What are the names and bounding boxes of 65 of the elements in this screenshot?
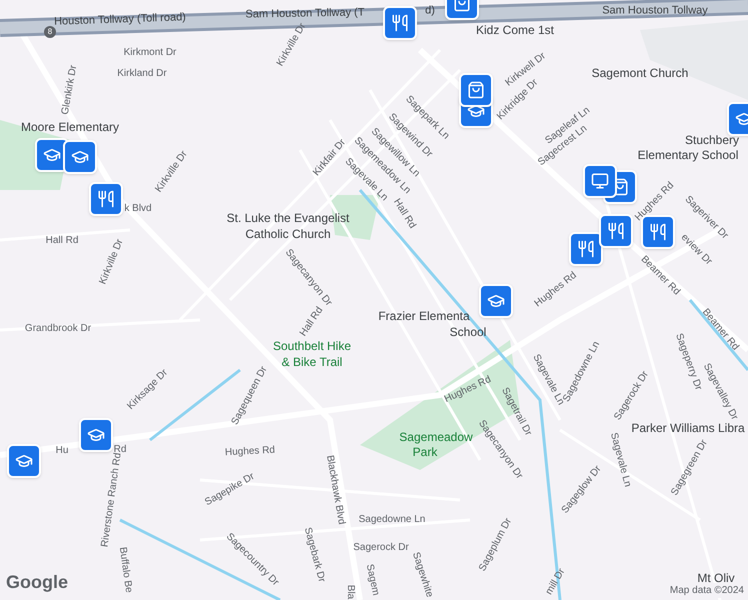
- street-label: Buffalo Be: [116, 546, 134, 594]
- street-label: Sagebark Dr: [302, 526, 326, 584]
- place-label: School: [450, 326, 486, 338]
- street-label: Sagerock Dr: [353, 543, 409, 553]
- place-label: Park: [412, 446, 438, 458]
- map-marker[interactable]: [63, 140, 97, 174]
- place-label: & Bike Trail: [282, 356, 342, 368]
- graduation-cap-icon: [87, 426, 105, 444]
- map-marker[interactable]: [79, 418, 113, 452]
- place-label: Sagemeadow: [399, 431, 473, 443]
- map-marker[interactable]: [569, 232, 603, 266]
- place-label: Mt Oliv: [697, 572, 735, 584]
- street-label: Hall Rd: [391, 197, 417, 231]
- place-label: Catholic Church: [245, 228, 331, 240]
- street-label: Kirkmont Dr: [124, 48, 176, 58]
- street-label: Blackhawk Blvd: [324, 454, 346, 526]
- place-label: Frazier Elementa: [378, 310, 470, 322]
- map-marker[interactable]: [583, 164, 617, 198]
- street-label: Hughes Rd: [224, 446, 276, 458]
- street-label: Sam Houston Tollway: [602, 6, 708, 16]
- street-label: Glenkirk Dr: [60, 64, 80, 116]
- fork-knife-icon: [607, 222, 625, 240]
- place-label: Moore Elementary: [20, 121, 120, 133]
- fork-knife-icon: [97, 190, 115, 208]
- map-marker[interactable]: [89, 182, 123, 216]
- street-label: Houston Tollway (Toll road): [54, 12, 186, 28]
- street-label: Hall Rd: [46, 236, 78, 246]
- fork-knife-icon: [577, 240, 595, 258]
- street-label: Hall Rd: [298, 306, 326, 338]
- fork-knife-icon: [391, 14, 409, 32]
- street-label: mill Dr: [544, 567, 568, 597]
- place-label: Parker Williams Libra: [631, 422, 745, 434]
- map-attribution: Map data ©2024: [670, 583, 744, 598]
- street-label: Kirkland Dr: [117, 69, 167, 79]
- street-label: k Blvd: [124, 204, 152, 214]
- graduation-cap-icon: [735, 110, 748, 128]
- graduation-cap-icon: [43, 146, 61, 164]
- graduation-cap-icon: [15, 452, 33, 470]
- fork-knife-icon: [649, 223, 667, 241]
- street-label: d): [425, 6, 435, 16]
- place-label: St. Luke the Evangelist: [226, 212, 350, 224]
- place-label: Stuchbery: [684, 134, 740, 146]
- graduation-cap-icon: [71, 148, 89, 166]
- map-marker[interactable]: [383, 6, 417, 40]
- place-label: Sagemont Church: [592, 67, 688, 79]
- street-label: Grandbrook Dr: [24, 324, 92, 334]
- place-label: Southbelt Hike: [272, 340, 352, 352]
- street-label: Sagevale Ln: [608, 432, 632, 488]
- street-label: Hu: [56, 446, 68, 456]
- graduation-cap-icon: [487, 292, 505, 310]
- monitor-icon: [591, 172, 609, 190]
- route-shield: 8: [44, 26, 56, 38]
- street-label: Sagem: [364, 563, 380, 597]
- place-label: Elementary School: [638, 149, 738, 161]
- place-label: Kidz Come 1st: [476, 24, 554, 36]
- map-marker[interactable]: [599, 214, 633, 248]
- map-marker[interactable]: [479, 284, 513, 318]
- google-logo: Google: [6, 571, 68, 594]
- street-label: Sam Houston Tollway (T: [245, 7, 365, 21]
- street-label: Bla: [345, 584, 355, 600]
- map-marker[interactable]: [459, 73, 493, 107]
- street-label: Riverstone Ranch Rd: [100, 452, 124, 548]
- map-marker[interactable]: [7, 444, 41, 478]
- street-label: Sagedowne Ln: [358, 515, 426, 525]
- shopping-bag-icon: [467, 81, 485, 99]
